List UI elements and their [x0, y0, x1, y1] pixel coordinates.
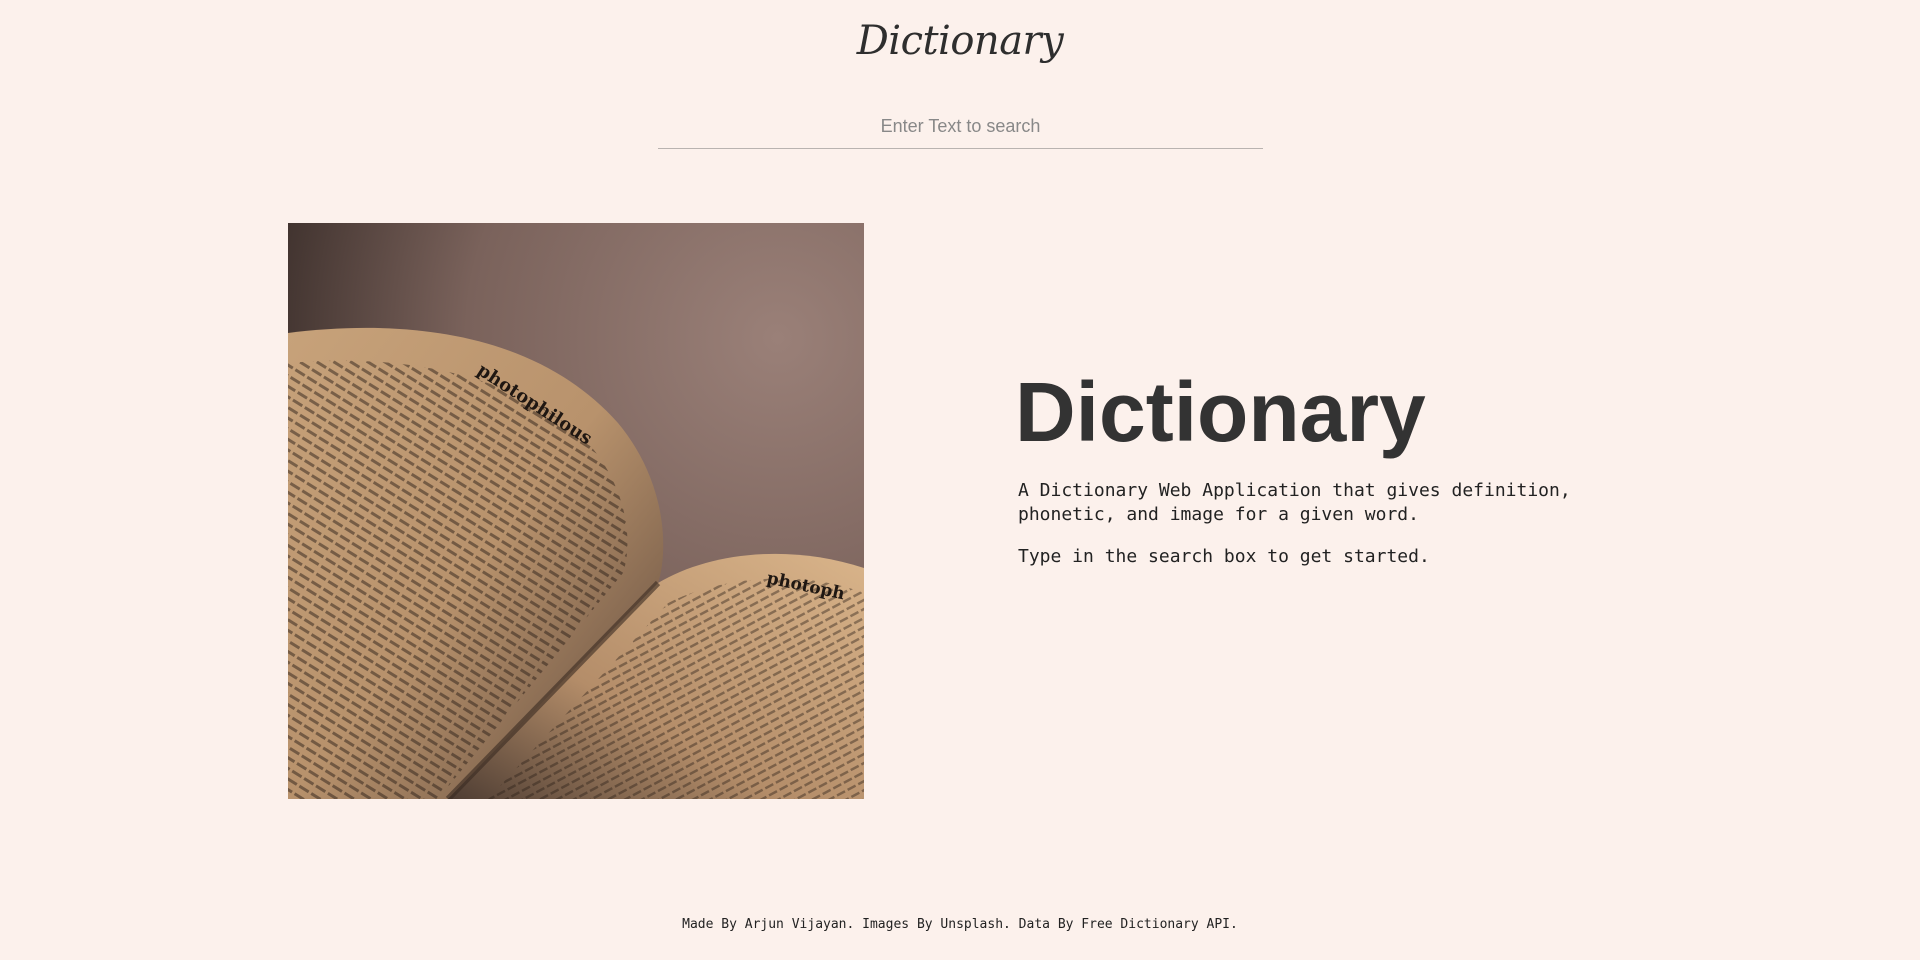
hero-title: Dictionary — [1015, 365, 1426, 459]
hero-description: A Dictionary Web Application that gives … — [1018, 480, 1571, 525]
site-logo[interactable]: Dictionary — [0, 18, 1920, 64]
search-bar — [658, 104, 1263, 149]
footer-credits: Made By Arjun Vijayan. Images By Unsplas… — [682, 917, 1238, 932]
hero-book-image: photophilous photoph — [288, 223, 864, 799]
hero-call-to-action: Type in the search box to get started. — [1018, 546, 1430, 567]
search-input[interactable] — [658, 106, 1263, 146]
